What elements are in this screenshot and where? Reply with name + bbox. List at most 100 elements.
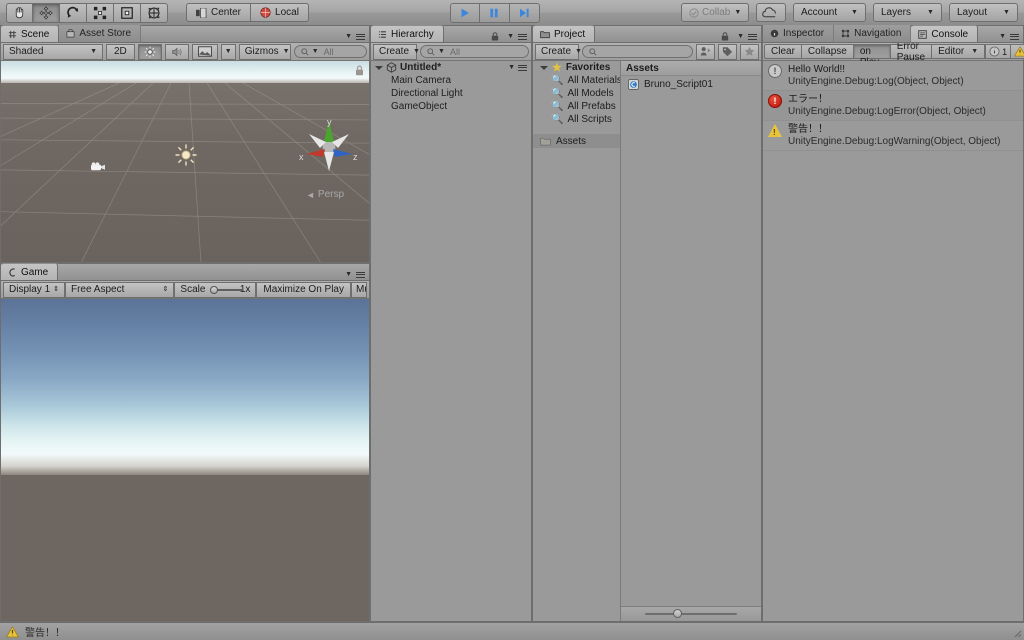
project-assets-pane[interactable]: Assets Bruno_Script01 [621, 61, 761, 621]
menu-icon [356, 32, 365, 41]
hierarchy-create-button[interactable]: Create ▼ [373, 43, 420, 60]
project-folder-assets[interactable]: Assets [533, 134, 620, 148]
favorite-all-scripts[interactable]: 🔍 All Scripts [533, 113, 620, 126]
tab-inspector[interactable]: Inspector [763, 25, 835, 42]
lock-icon[interactable] [491, 32, 499, 41]
console-collapse-button[interactable]: Collapse [801, 44, 854, 59]
console-editor-dropdown[interactable]: Editor ▼ [932, 44, 986, 59]
hierarchy-tab-menu[interactable]: ▼ [491, 32, 531, 42]
console-entry-error[interactable]: ! エラー！ UnityEngine.Debug:LogError(Object… [763, 91, 1023, 121]
scene-search-input[interactable]: ▼ All [293, 45, 367, 58]
resize-grip-icon[interactable] [1010, 626, 1022, 638]
project-search-input[interactable] [582, 45, 693, 58]
aspect-dropdown[interactable]: Free Aspect ⇕ [64, 281, 175, 298]
rotate-tool[interactable] [60, 2, 87, 23]
console-entry-stack: UnityEngine.Debug:LogError(Object, Objec… [788, 106, 986, 117]
hierarchy-item-directional-light[interactable]: Directional Light [371, 87, 531, 100]
console-warning-counter[interactable] [1011, 44, 1024, 59]
scene-tab-menu[interactable]: ▼ [341, 32, 369, 42]
assets-zoom-track[interactable] [645, 609, 737, 618]
layout-button[interactable]: Layout ▼ [948, 3, 1018, 22]
scale-slider[interactable]: Scale 1x [174, 281, 257, 298]
game-toolbar: Display 1 ⇕ Free Aspect ⇕ Scale 1x Maxim… [1, 281, 369, 299]
assets-list[interactable]: Bruno_Script01 [621, 76, 761, 606]
toggle-2d-button[interactable]: 2D [106, 43, 135, 60]
tab-asset-store[interactable]: Asset Store [59, 25, 142, 42]
console-clear-on-play-button[interactable]: Clear on Play [853, 35, 891, 68]
game-tab-menu[interactable]: ▼ [341, 270, 369, 280]
display-dropdown[interactable]: Display 1 ⇕ [3, 281, 65, 298]
transform-tool[interactable] [141, 2, 168, 23]
favorites-root[interactable]: ★ Favorites [533, 61, 620, 74]
scene-axis-gizmo[interactable]: x y z [298, 116, 360, 178]
layers-button[interactable]: Layers ▼ [872, 3, 942, 22]
directional-light-gizmo[interactable] [174, 143, 198, 167]
scene-lock-icon[interactable] [355, 65, 364, 76]
hierarchy-scene-row[interactable]: Untitled* ▼ [371, 61, 531, 74]
hand-tool[interactable] [6, 2, 33, 23]
scale-slider-knob[interactable] [210, 285, 219, 294]
console-info-counter[interactable]: 1 [985, 44, 1012, 59]
filter-by-type-button[interactable] [696, 43, 715, 60]
tab-hierarchy[interactable]: Hierarchy [371, 25, 444, 42]
scene-audio-toggle[interactable] [164, 43, 189, 60]
account-button[interactable]: Account ▼ [792, 3, 866, 22]
favorite-all-prefabs[interactable]: 🔍 All Prefabs [533, 100, 620, 113]
updown-icon: ⇕ [53, 285, 59, 293]
rect-tool[interactable] [114, 2, 141, 23]
tab-console[interactable]: Console [911, 25, 979, 42]
assets-zoom-knob[interactable] [672, 609, 682, 618]
status-bar[interactable]: 警告！！ [0, 622, 1024, 640]
disclosure-triangle-icon[interactable] [375, 65, 383, 70]
tab-scene-label: Scene [21, 28, 50, 40]
scale-tool[interactable] [87, 2, 114, 23]
disclosure-triangle-icon[interactable] [540, 65, 548, 70]
cloud-button[interactable] [755, 3, 786, 22]
scene-projection-label[interactable]: ◄ Persp [306, 189, 344, 200]
axis-y-label: y [327, 117, 332, 127]
hierarchy-toolbar: Create ▼ ▼ All [371, 43, 531, 61]
project-tab-menu[interactable]: ▼ [721, 32, 761, 42]
maximize-on-play-button[interactable]: Maximize On Play [256, 281, 351, 298]
console-entry-warning[interactable]: 警告！！ UnityEngine.Debug:LogWarning(Object… [763, 121, 1023, 151]
asset-item-bruno-script[interactable]: Bruno_Script01 [621, 76, 761, 92]
console-entry-info[interactable]: ! Hello World!! UnityEngine.Debug:Log(Ob… [763, 61, 1023, 91]
step-button[interactable] [509, 2, 540, 23]
tab-project[interactable]: Project [533, 25, 596, 42]
scene-lighting-toggle[interactable] [137, 43, 162, 60]
tab-navigation[interactable]: Navigation [834, 25, 912, 42]
tab-game[interactable]: Game [1, 263, 59, 280]
console-error-pause-button[interactable]: Error Pause [890, 41, 933, 63]
hierarchy-tree[interactable]: Untitled* ▼ Main Camera Directional Ligh… [371, 61, 531, 621]
hierarchy-item-main-camera[interactable]: Main Camera [371, 74, 531, 87]
favorite-all-models[interactable]: 🔍 All Models [533, 87, 620, 100]
favorites-filter-button[interactable] [740, 43, 759, 60]
pivot-mode-button[interactable]: Center [186, 3, 252, 22]
scale-slider-track[interactable] [210, 285, 244, 294]
filter-by-label-button[interactable] [718, 43, 737, 60]
move-tool[interactable] [33, 2, 60, 23]
gizmos-dropdown[interactable]: Gizmos ▼ [238, 43, 291, 60]
shading-mode-dropdown[interactable]: Shaded ▼ [3, 43, 103, 60]
assets-zoom-slider[interactable] [621, 606, 761, 621]
console-log-list[interactable]: ! Hello World!! UnityEngine.Debug:Log(Ob… [763, 61, 1023, 621]
main-camera-gizmo[interactable] [89, 161, 107, 173]
pause-button[interactable] [479, 2, 510, 23]
project-tree[interactable]: ★ Favorites 🔍 All Materials 🔍 All Models… [533, 61, 621, 621]
scene-viewport[interactable]: x y z ◄ Persp [1, 61, 369, 262]
scene-effects-toggle[interactable] [191, 43, 218, 60]
hierarchy-search-input[interactable]: ▼ All [420, 45, 529, 58]
tab-scene[interactable]: Scene [1, 25, 60, 42]
game-viewport[interactable] [1, 299, 369, 621]
space-mode-button[interactable]: Local [251, 3, 309, 22]
collab-button[interactable]: Collab ▼ [680, 3, 749, 22]
favorite-all-materials[interactable]: 🔍 All Materials [533, 74, 620, 87]
play-button[interactable] [449, 2, 480, 23]
lock-icon[interactable] [721, 32, 729, 41]
mute-audio-button[interactable]: Mu [351, 281, 367, 298]
hierarchy-item-gameobject[interactable]: GameObject [371, 100, 531, 113]
console-tab-menu[interactable]: ▼ [995, 32, 1023, 42]
scene-effects-dropdown[interactable]: ▼ [220, 43, 236, 60]
project-create-button[interactable]: Create ▼ [535, 43, 582, 60]
console-clear-button[interactable]: Clear [764, 44, 802, 59]
